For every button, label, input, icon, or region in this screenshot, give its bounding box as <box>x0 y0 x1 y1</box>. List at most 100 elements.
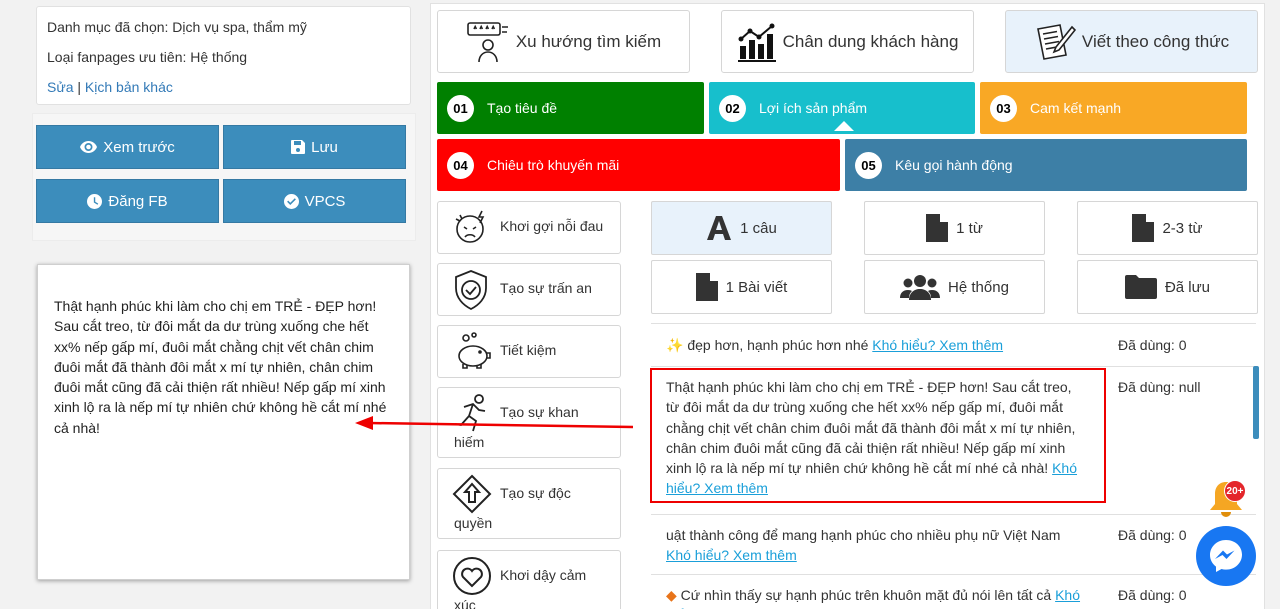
notification-bell[interactable]: 20+ <box>1208 478 1246 525</box>
filter-label: 2-3 từ <box>1162 219 1203 237</box>
tab-write-formula[interactable]: Viết theo công thức <box>1005 10 1258 73</box>
messenger-icon <box>1210 540 1242 572</box>
step-label: Tạo tiêu đề <box>487 100 558 116</box>
step-label: Chiêu trò khuyến mãi <box>487 157 620 173</box>
file-icon <box>695 273 718 301</box>
explain-more-link[interactable]: Khó hiểu? Xem thêm <box>666 547 797 563</box>
edit-link[interactable]: Sửa <box>47 79 74 95</box>
option-label-continued: hiếm <box>454 434 485 450</box>
step-04-promotion[interactable]: 04 Chiêu trò khuyến mãi <box>437 139 840 191</box>
filter-two-three-words[interactable]: 2-3 từ <box>1077 201 1258 255</box>
other-script-link[interactable]: Kịch bản khác <box>85 79 173 95</box>
preview-text: Thật hạnh phúc khi làm cho chị em TRẺ - … <box>54 298 387 436</box>
search-trend-icon <box>467 21 508 62</box>
list-item[interactable]: uật thành công để mang hạnh phúc cho nhi… <box>651 514 1256 574</box>
step-05-call-to-action[interactable]: 05 Kêu gọi hành động <box>845 139 1247 191</box>
write-note-icon <box>1036 23 1076 60</box>
bar-chart-icon <box>737 23 776 62</box>
option-label-continued: xúc <box>454 597 476 609</box>
step-01-headline[interactable]: 01 Tạo tiêu đề <box>437 82 704 134</box>
step-label: Cam kết mạnh <box>1030 100 1122 116</box>
suggestion-text: đẹp hơn, hạnh phúc hơn nhé <box>687 337 869 353</box>
step-number: 03 <box>990 94 1017 122</box>
floppy-disk-icon <box>291 140 306 154</box>
preferred-fanpage-type: Loại fanpages ưu tiên: Hệ thống <box>47 49 248 65</box>
annotation-arrow <box>355 416 634 430</box>
tab-write-formula-label: Viết theo công thức <box>1081 31 1230 51</box>
list-item[interactable]: Thật hạnh phúc khi làm cho chị em TRẺ - … <box>651 366 1256 514</box>
heart-icon <box>453 557 491 595</box>
diamond-arrow-icon <box>452 474 492 514</box>
clock-icon <box>87 193 103 209</box>
option-evoke-emotion[interactable]: Khơi dậy cảm xúc <box>437 550 621 609</box>
usage-count: Đã dùng: 0 <box>1118 587 1187 603</box>
post-facebook-label: Đăng FB <box>108 192 168 210</box>
pain-face-icon <box>455 210 485 243</box>
letter-a-icon <box>707 216 732 240</box>
eye-icon <box>80 141 98 153</box>
notification-badge: 20+ <box>1224 480 1246 502</box>
filter-one-article[interactable]: 1 Bài viết <box>651 260 832 314</box>
vpcs-label: VPCS <box>304 192 346 210</box>
users-icon <box>900 275 941 300</box>
filter-saved[interactable]: Đã lưu <box>1077 260 1258 314</box>
filter-label: 1 câu <box>740 219 777 237</box>
step-number: 05 <box>855 151 882 179</box>
file-icon <box>926 214 949 242</box>
selected-category: Danh mục đã chọn: Dịch vụ spa, thẩm mỹ <box>47 19 307 35</box>
step-number: 04 <box>447 151 474 179</box>
diamond-bullet-icon: ◆ <box>666 587 677 603</box>
option-saving[interactable]: Tiết kiệm <box>437 325 621 378</box>
tab-search-trend-label: Xu hướng tìm kiếm <box>515 31 662 51</box>
selection-info-card: Danh mục đã chọn: Dịch vụ spa, thẩm mỹ L… <box>36 6 411 105</box>
filter-label: 1 từ <box>956 219 983 237</box>
suggestion-list: ✨ đẹp hơn, hạnh phúc hơn nhé Khó hiểu? X… <box>651 323 1256 609</box>
preview-label: Xem trước <box>103 138 175 156</box>
filter-label: Đã lưu <box>1164 278 1211 296</box>
tab-customer-persona-label: Chân dung khách hàng <box>782 31 959 51</box>
filter-system[interactable]: Hệ thống <box>864 260 1045 314</box>
messenger-button[interactable] <box>1196 526 1256 586</box>
active-step-pointer <box>834 121 854 131</box>
step-03-strong-commitment[interactable]: 03 Cam kết mạnh <box>980 82 1247 134</box>
post-facebook-button[interactable]: Đăng FB <box>36 179 219 223</box>
save-label: Lưu <box>311 138 338 156</box>
explain-more-link[interactable]: Khó hiểu? Xem thêm <box>872 337 1003 353</box>
option-label: Tạo sự trấn an <box>500 280 592 296</box>
folder-icon <box>1124 275 1157 299</box>
suggestion-text: Thật hạnh phúc khi làm cho chị em TRẺ - … <box>666 379 1076 477</box>
sparkle-icon: ✨ <box>666 337 684 353</box>
option-reassure[interactable]: Tạo sự trấn an <box>437 263 621 316</box>
filter-label: Hệ thống <box>948 278 1009 296</box>
step-label: Kêu gọi hành động <box>895 157 1013 173</box>
usage-count: Đã dùng: 0 <box>1118 337 1187 353</box>
check-circle-icon <box>283 193 299 209</box>
filter-one-sentence[interactable]: 1 câu <box>651 201 832 255</box>
list-item[interactable]: ✨ đẹp hơn, hạnh phúc hơn nhé Khó hiểu? X… <box>651 323 1256 366</box>
option-label: Khơi gợi nỗi đau <box>500 218 604 234</box>
file-icon <box>1132 214 1155 242</box>
filter-label: 1 Bài viết <box>725 278 788 296</box>
list-scrollbar[interactable] <box>1253 366 1259 439</box>
save-button[interactable]: Lưu <box>223 125 406 169</box>
option-evoke-pain[interactable]: Khơi gợi nỗi đau <box>437 201 621 254</box>
vpcs-button[interactable]: VPCS <box>223 179 406 223</box>
usage-count: Đã dùng: 0 <box>1118 527 1187 543</box>
step-number: 02 <box>719 94 746 122</box>
preview-button[interactable]: Xem trước <box>36 125 219 169</box>
filter-one-word[interactable]: 1 từ <box>864 201 1045 255</box>
tab-customer-persona[interactable]: Chân dung khách hàng <box>721 10 974 73</box>
piggy-bank-icon <box>458 332 491 369</box>
option-exclusivity[interactable]: Tạo sự độc quyền <box>437 468 621 539</box>
option-label: Tiết kiệm <box>500 342 557 358</box>
action-button-panel: Xem trước Lưu Đăng FB VPCS <box>32 113 416 241</box>
writing-panel: Xu hướng tìm kiếm Chân dung khách hàng V… <box>430 3 1265 609</box>
option-label-continued: quyền <box>454 515 493 531</box>
option-label: Tạo sự độc <box>500 485 571 501</box>
list-item[interactable]: ◆ Cứ nhìn thấy sự hạnh phúc trên khuôn m… <box>651 574 1256 609</box>
option-label: Khơi dậy cảm <box>500 567 587 583</box>
step-label: Lợi ích sản phẩm <box>759 100 868 116</box>
link-separator: | <box>77 79 82 95</box>
tab-search-trend[interactable]: Xu hướng tìm kiếm <box>437 10 690 73</box>
suggestion-text: Cứ nhìn thấy sự hạnh phúc trên khuôn mặt… <box>680 587 1052 603</box>
